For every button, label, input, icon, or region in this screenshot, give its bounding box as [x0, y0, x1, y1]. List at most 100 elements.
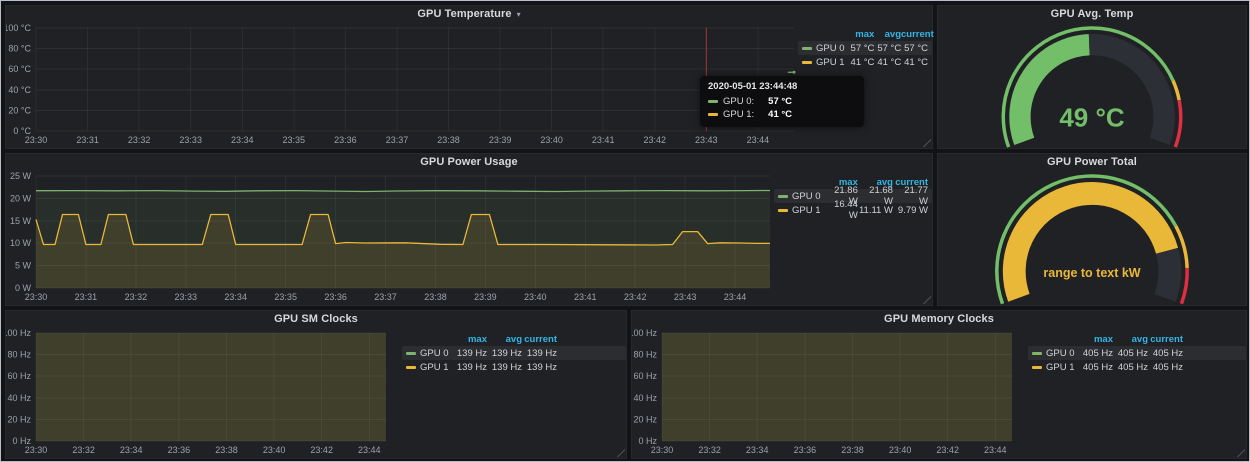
chart-gpu-power-usage[interactable]: 25 W20 W15 W10 W5 W0 W23:3023:3123:3223:…: [6, 170, 774, 305]
panel-title: GPU Temperature: [417, 8, 511, 20]
legend-series-toggle[interactable]: GPU 0: [1032, 348, 1078, 359]
legend-value: 405 Hz: [1113, 362, 1148, 373]
panel-header-gpu-sm-clocks[interactable]: GPU SM Clocks: [6, 311, 626, 327]
legend-series-toggle[interactable]: GPU 0: [778, 191, 823, 202]
legend-series-toggle[interactable]: GPU 1: [802, 57, 848, 68]
svg-text:23:32: 23:32: [125, 292, 148, 302]
chevron-down-icon: ▾: [517, 10, 521, 19]
panel-gpu-sm-clocks: GPU SM Clocks 100 Hz80 Hz60 Hz40 Hz20 Hz…: [5, 310, 627, 459]
svg-text:23:32: 23:32: [72, 445, 95, 455]
legend-row: GPU 141 °C41 °C41 °C: [798, 55, 932, 69]
tooltip-row: GPU 0:57 °C: [708, 95, 856, 108]
legend-value: 9.79 W: [893, 205, 928, 216]
svg-text:100 Hz: 100 Hz: [6, 328, 31, 338]
svg-text:80 °C: 80 °C: [8, 44, 31, 54]
legend-row: GPU 0405 Hz405 Hz405 Hz: [1028, 346, 1246, 360]
legend-header: max: [1078, 334, 1113, 345]
svg-text:5 W: 5 W: [15, 261, 32, 271]
chart-gpu-memory-clocks[interactable]: 100 Hz80 Hz60 Hz40 Hz20 Hz0 Hz23:3023:32…: [632, 327, 1016, 458]
legend-value: 405 Hz: [1148, 362, 1183, 373]
legend-value: 139 Hz: [522, 362, 557, 373]
svg-text:23:40: 23:40: [524, 292, 547, 302]
legend-row: GPU 1405 Hz405 Hz405 Hz: [1028, 360, 1246, 374]
svg-text:23:36: 23:36: [168, 445, 191, 455]
series-color-icon: [1032, 352, 1042, 355]
series-color-icon: [406, 366, 416, 369]
panel-header-gpu-power-total[interactable]: GPU Power Total: [938, 154, 1246, 170]
legend-header: avg: [487, 334, 522, 345]
panel-header-gpu-avg-temp[interactable]: GPU Avg. Temp: [938, 6, 1246, 22]
svg-text:40 Hz: 40 Hz: [7, 393, 31, 403]
svg-text:23:42: 23:42: [936, 445, 959, 455]
panel-gpu-power-total: GPU Power Total range to text kW: [937, 153, 1247, 306]
legend-series-toggle[interactable]: GPU 0: [802, 43, 848, 54]
panel-resize-handle[interactable]: [1237, 449, 1245, 457]
legend-header: current: [901, 29, 928, 40]
legend-header: max: [848, 29, 875, 40]
legend-gpu-sm-clocks: maxavgcurrentGPU 0139 Hz139 Hz139 HzGPU …: [390, 327, 626, 458]
legend-gpu-memory-clocks: maxavgcurrentGPU 0405 Hz405 Hz405 HzGPU …: [1016, 327, 1246, 458]
panel-title: GPU Power Usage: [420, 156, 517, 168]
legend-row: GPU 0139 Hz139 Hz139 Hz: [402, 346, 626, 360]
svg-text:23:43: 23:43: [695, 135, 718, 145]
chart-gpu-temperature[interactable]: 100 °C80 °C60 °C40 °C20 °C0 °C23:3023:31…: [6, 22, 798, 148]
series-color-icon: [708, 100, 718, 103]
svg-text:23:38: 23:38: [841, 445, 864, 455]
panel-header-gpu-power-usage[interactable]: GPU Power Usage: [6, 154, 932, 170]
svg-text:23:44: 23:44: [724, 292, 747, 302]
legend-row: GPU 116.44 W11.11 W9.79 W: [774, 203, 932, 217]
svg-text:23:42: 23:42: [644, 135, 667, 145]
legend-header: max: [452, 334, 487, 345]
svg-text:23:44: 23:44: [984, 445, 1007, 455]
legend-series-toggle[interactable]: GPU 1: [406, 362, 452, 373]
svg-text:23:41: 23:41: [592, 135, 615, 145]
panel-resize-handle[interactable]: [923, 296, 931, 304]
svg-text:23:34: 23:34: [231, 135, 254, 145]
series-color-icon: [802, 47, 812, 50]
svg-text:23:40: 23:40: [540, 135, 563, 145]
svg-text:23:42: 23:42: [310, 445, 333, 455]
svg-text:23:32: 23:32: [698, 445, 721, 455]
gauge-gpu-power-total: range to text kW: [938, 170, 1246, 305]
series-color-icon: [406, 352, 416, 355]
chart-canvas: 100 Hz80 Hz60 Hz40 Hz20 Hz0 Hz23:3023:32…: [6, 327, 390, 458]
chart-tooltip: 2020-05-01 23:44:48 GPU 0:57 °CGPU 1:41 …: [700, 76, 864, 127]
chart-canvas: 100 Hz80 Hz60 Hz40 Hz20 Hz0 Hz23:3023:32…: [632, 327, 1016, 458]
legend-value: 57 °C: [848, 43, 875, 54]
svg-text:23:39: 23:39: [474, 292, 497, 302]
chart-gpu-sm-clocks[interactable]: 100 Hz80 Hz60 Hz40 Hz20 Hz0 Hz23:3023:32…: [6, 327, 390, 458]
legend-row: GPU 057 °C57 °C57 °C: [798, 41, 932, 55]
panel-gpu-power-usage: GPU Power Usage 25 W20 W15 W10 W5 W0 W23…: [5, 153, 933, 306]
legend-value: 405 Hz: [1078, 362, 1113, 373]
panel-gpu-temperature: GPU Temperature ▾ 100 °C80 °C60 °C40 °C2…: [5, 5, 933, 149]
svg-text:20 Hz: 20 Hz: [7, 414, 31, 424]
svg-text:100 °C: 100 °C: [6, 23, 31, 33]
tooltip-timestamp: 2020-05-01 23:44:48: [708, 81, 856, 92]
legend-value: 57 °C: [874, 43, 901, 54]
series-color-icon: [778, 209, 788, 212]
svg-text:23:34: 23:34: [120, 445, 143, 455]
gauge-value: 49 °C: [1059, 103, 1125, 133]
svg-text:23:33: 23:33: [175, 292, 198, 302]
panel-header-gpu-temperature[interactable]: GPU Temperature ▾: [6, 6, 932, 22]
legend-header: avg: [1113, 334, 1148, 345]
svg-text:23:37: 23:37: [386, 135, 409, 145]
legend-series-toggle[interactable]: GPU 1: [778, 205, 823, 216]
panel-resize-handle[interactable]: [923, 139, 931, 147]
panel-header-gpu-memory-clocks[interactable]: GPU Memory Clocks: [632, 311, 1246, 327]
tooltip-row: GPU 1:41 °C: [708, 108, 856, 121]
panel-resize-handle[interactable]: [617, 449, 625, 457]
legend-series-toggle[interactable]: GPU 0: [406, 348, 452, 359]
svg-text:80 Hz: 80 Hz: [633, 350, 657, 360]
gauge-canvas: 49 °C: [938, 22, 1246, 148]
legend-series-toggle[interactable]: GPU 1: [1032, 362, 1078, 373]
panel-gpu-avg-temp: GPU Avg. Temp 49 °C: [937, 5, 1247, 149]
svg-text:23:34: 23:34: [224, 292, 247, 302]
tooltip-series-value: 41 °C: [768, 109, 792, 120]
svg-text:60 °C: 60 °C: [8, 64, 31, 74]
svg-text:23:32: 23:32: [128, 135, 151, 145]
svg-text:15 W: 15 W: [10, 216, 32, 226]
legend-value: 139 Hz: [487, 362, 522, 373]
legend-value: 139 Hz: [487, 348, 522, 359]
legend-gpu-power-usage: maxavgcurrentGPU 021.86 W21.68 W21.77 WG…: [774, 170, 932, 305]
